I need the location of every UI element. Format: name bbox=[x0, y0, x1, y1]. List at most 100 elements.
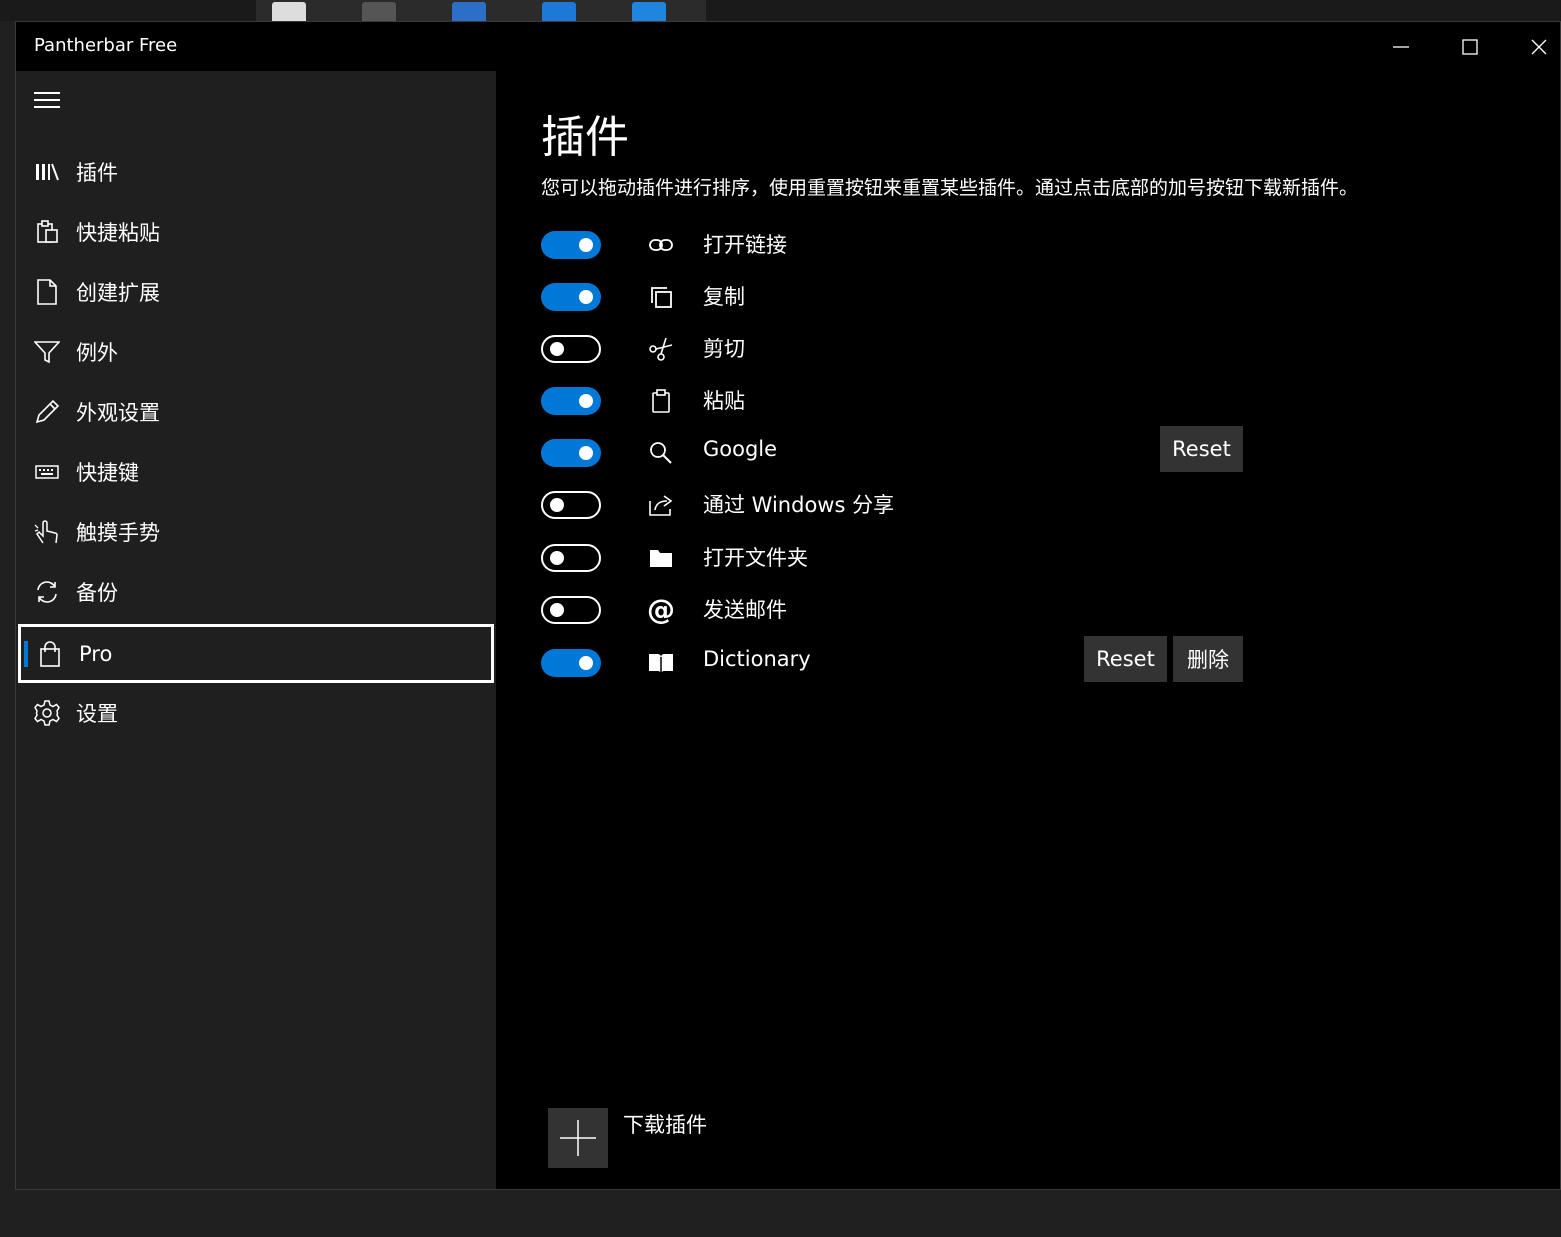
link-icon bbox=[647, 231, 675, 259]
sidebar-item-exceptions[interactable]: 例外 bbox=[18, 324, 494, 380]
plugin-row-open-link[interactable]: 打开链接 bbox=[541, 227, 1261, 271]
clipboard-paste-icon bbox=[34, 219, 60, 245]
sidebar-item-label: Pro bbox=[79, 641, 113, 666]
plugin-label: Dictionary bbox=[703, 647, 811, 671]
search-icon bbox=[647, 439, 675, 467]
selection-indicator bbox=[24, 641, 28, 667]
sidebar-item-settings[interactable]: 设置 bbox=[18, 685, 494, 741]
taskbar-app-strip bbox=[256, 0, 706, 21]
hamburger-icon bbox=[34, 92, 60, 94]
toggle-knob bbox=[579, 394, 593, 408]
plugin-row-google[interactable]: Google bbox=[541, 435, 1261, 479]
hamburger-menu-button[interactable] bbox=[34, 92, 60, 110]
plugin-row-cut[interactable]: 剪切 bbox=[541, 331, 1261, 375]
folder-icon bbox=[647, 544, 675, 572]
sidebar-item-label: 备份 bbox=[76, 581, 118, 605]
sidebar-item-touch-gestures[interactable]: 触摸手势 bbox=[18, 504, 494, 560]
sidebar-item-label: 快捷粘贴 bbox=[76, 221, 160, 245]
plugin-label: Google bbox=[703, 437, 778, 461]
plugin-toggle[interactable] bbox=[541, 283, 601, 311]
sidebar: 插件 快捷粘贴 创建扩展 例外 外观设置 快捷键 触摸手势 备份 Pro 设置 bbox=[16, 71, 496, 1189]
toggle-knob bbox=[550, 498, 564, 512]
sidebar-item-appearance[interactable]: 外观设置 bbox=[18, 384, 494, 440]
keyboard-icon bbox=[34, 459, 60, 485]
app-window: Pantherbar Free 插件 快捷粘贴 创建扩展 例外 外观设置 快捷键… bbox=[15, 21, 1561, 1190]
sidebar-item-label: 例外 bbox=[76, 341, 118, 365]
plugin-toggle[interactable] bbox=[541, 231, 601, 259]
taskbar-app-icon[interactable] bbox=[272, 2, 306, 21]
taskbar-app-icon[interactable] bbox=[362, 2, 396, 21]
plugin-toggle[interactable] bbox=[541, 335, 601, 363]
plugin-label: 剪切 bbox=[703, 337, 745, 361]
plugin-toggle[interactable] bbox=[541, 544, 601, 572]
maximize-button[interactable] bbox=[1435, 22, 1504, 71]
toggle-knob bbox=[550, 551, 564, 565]
library-icon bbox=[34, 159, 60, 185]
sidebar-item-label: 快捷键 bbox=[76, 461, 139, 485]
toggle-knob bbox=[579, 238, 593, 252]
plugin-row-paste[interactable]: 粘贴 bbox=[541, 383, 1261, 427]
toggle-knob bbox=[579, 446, 593, 460]
share-icon bbox=[647, 491, 675, 519]
hamburger-icon-line bbox=[34, 99, 60, 101]
plugin-label: 打开链接 bbox=[703, 233, 787, 257]
sidebar-item-plugins[interactable]: 插件 bbox=[18, 144, 494, 200]
sidebar-item-backup[interactable]: 备份 bbox=[18, 564, 494, 620]
gear-icon bbox=[34, 700, 60, 726]
page-description: 您可以拖动插件进行排序，使用重置按钮来重置某些插件。通过点击底部的加号按钮下载新… bbox=[541, 177, 1359, 199]
scissors-icon bbox=[647, 335, 675, 363]
plugin-label: 发送邮件 bbox=[703, 598, 787, 622]
at-symbol: @ bbox=[647, 593, 675, 626]
book-icon bbox=[647, 649, 675, 677]
at-icon: @ bbox=[647, 596, 675, 624]
sidebar-item-label: 创建扩展 bbox=[76, 281, 160, 305]
delete-button-dictionary[interactable]: 删除 bbox=[1173, 636, 1243, 682]
toggle-knob bbox=[579, 290, 593, 304]
sidebar-item-create-extension[interactable]: 创建扩展 bbox=[18, 264, 494, 320]
download-plugin-label[interactable]: 下载插件 bbox=[623, 1109, 707, 1139]
plugin-toggle[interactable] bbox=[541, 439, 601, 467]
plugin-label: 通过 Windows 分享 bbox=[703, 493, 895, 517]
taskbar-app-icon[interactable] bbox=[632, 2, 666, 21]
toggle-knob bbox=[579, 656, 593, 670]
sidebar-item-pro[interactable]: Pro bbox=[18, 624, 494, 683]
plugin-toggle[interactable] bbox=[541, 491, 601, 519]
reset-button-dictionary[interactable]: Reset bbox=[1084, 636, 1167, 682]
sidebar-item-label: 外观设置 bbox=[76, 401, 160, 425]
maximize-icon bbox=[1461, 38, 1478, 55]
sync-icon bbox=[34, 579, 60, 605]
sidebar-item-shortcuts[interactable]: 快捷键 bbox=[18, 444, 494, 500]
app-title: Pantherbar Free bbox=[34, 35, 178, 56]
plugin-toggle[interactable] bbox=[541, 649, 601, 677]
plus-icon bbox=[560, 1120, 596, 1156]
minimize-button[interactable] bbox=[1366, 22, 1435, 71]
copy-icon bbox=[647, 283, 675, 311]
sidebar-item-quick-paste[interactable]: 快捷粘贴 bbox=[18, 204, 494, 260]
shopping-bag-icon bbox=[37, 640, 63, 667]
plugin-toggle[interactable] bbox=[541, 596, 601, 624]
download-plugin-button[interactable] bbox=[548, 1108, 608, 1168]
reset-button-google[interactable]: Reset bbox=[1160, 426, 1243, 472]
filter-icon bbox=[34, 339, 60, 365]
plugin-label: 复制 bbox=[703, 285, 745, 309]
toggle-knob bbox=[550, 603, 564, 617]
plugin-row-copy[interactable]: 复制 bbox=[541, 279, 1261, 323]
sidebar-item-label: 设置 bbox=[76, 702, 118, 726]
toggle-knob bbox=[550, 342, 564, 356]
taskbar-app-icon[interactable] bbox=[542, 2, 576, 21]
close-icon bbox=[1531, 39, 1546, 54]
close-button[interactable] bbox=[1504, 22, 1561, 71]
touch-hand-icon bbox=[34, 519, 60, 545]
plugin-row-share[interactable]: 通过 Windows 分享 bbox=[541, 487, 1261, 531]
pencil-icon bbox=[34, 399, 60, 425]
taskbar-app-icon[interactable] bbox=[452, 2, 486, 21]
paste-icon bbox=[647, 387, 675, 415]
title-bar: Pantherbar Free bbox=[16, 22, 1560, 71]
plugin-row-open-folder[interactable]: 打开文件夹 bbox=[541, 540, 1261, 584]
taskbar bbox=[0, 0, 1561, 21]
plugin-label: 打开文件夹 bbox=[703, 546, 808, 570]
plugin-toggle[interactable] bbox=[541, 387, 601, 415]
sidebar-item-label: 触摸手势 bbox=[76, 521, 160, 545]
page-title: 插件 bbox=[541, 112, 629, 163]
plugin-row-send-email[interactable]: @ 发送邮件 bbox=[541, 592, 1261, 636]
